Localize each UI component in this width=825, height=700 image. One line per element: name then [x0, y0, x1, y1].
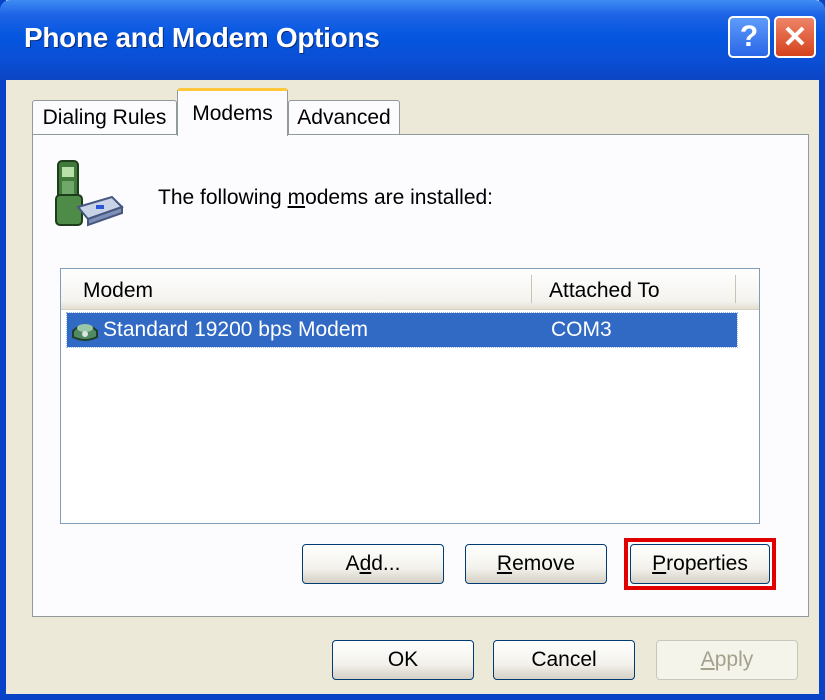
- modems-list[interactable]: Modem Attached To Standard 19200 bps Mod…: [60, 268, 760, 524]
- tab-dialing-rules[interactable]: Dialing Rules: [32, 100, 177, 134]
- tab-label: Modems: [192, 101, 273, 125]
- attached-port: COM3: [551, 318, 612, 341]
- remove-button[interactable]: Remove: [465, 544, 607, 584]
- tab-label: Dialing Rules: [42, 105, 167, 129]
- phone-modem-icon: [55, 160, 124, 227]
- title-bar[interactable]: Phone and Modem Options ? ✕: [0, 0, 825, 80]
- properties-button[interactable]: Properties: [630, 544, 770, 584]
- tab-label: Advanced: [297, 105, 391, 129]
- column-header-attached-to[interactable]: Attached To: [549, 279, 660, 303]
- column-divider[interactable]: [735, 275, 736, 303]
- modem-name: Standard 19200 bps Modem: [103, 318, 369, 341]
- cancel-button[interactable]: Cancel: [493, 640, 635, 680]
- ok-button[interactable]: OK: [332, 640, 474, 680]
- column-header-modem[interactable]: Modem: [83, 279, 153, 303]
- tab-advanced[interactable]: Advanced: [288, 100, 400, 134]
- close-button[interactable]: ✕: [774, 16, 816, 58]
- list-header: Modem Attached To: [61, 269, 759, 310]
- tab-modems[interactable]: Modems: [177, 88, 288, 136]
- column-divider[interactable]: [531, 275, 532, 303]
- list-item[interactable]: Standard 19200 bps Modem COM3: [66, 312, 738, 348]
- help-button[interactable]: ?: [728, 16, 770, 58]
- installed-modems-label: The following modems are installed:: [158, 186, 494, 209]
- modem-row-icon: [72, 324, 98, 341]
- close-icon: ✕: [782, 20, 808, 54]
- help-icon: ?: [739, 20, 759, 53]
- window-title: Phone and Modem Options: [24, 22, 380, 53]
- add-button[interactable]: Ad d...: [302, 544, 444, 584]
- apply-button[interactable]: Apply: [656, 640, 798, 680]
